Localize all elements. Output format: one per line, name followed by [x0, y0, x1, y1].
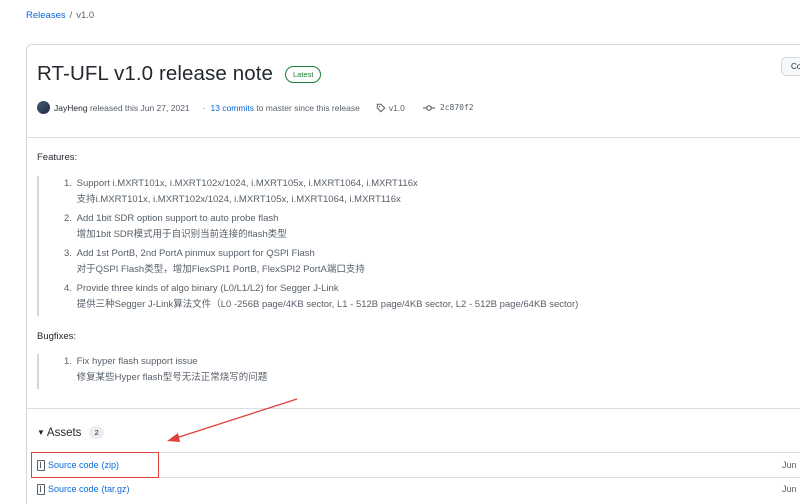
annotation-arrow: [167, 398, 298, 442]
